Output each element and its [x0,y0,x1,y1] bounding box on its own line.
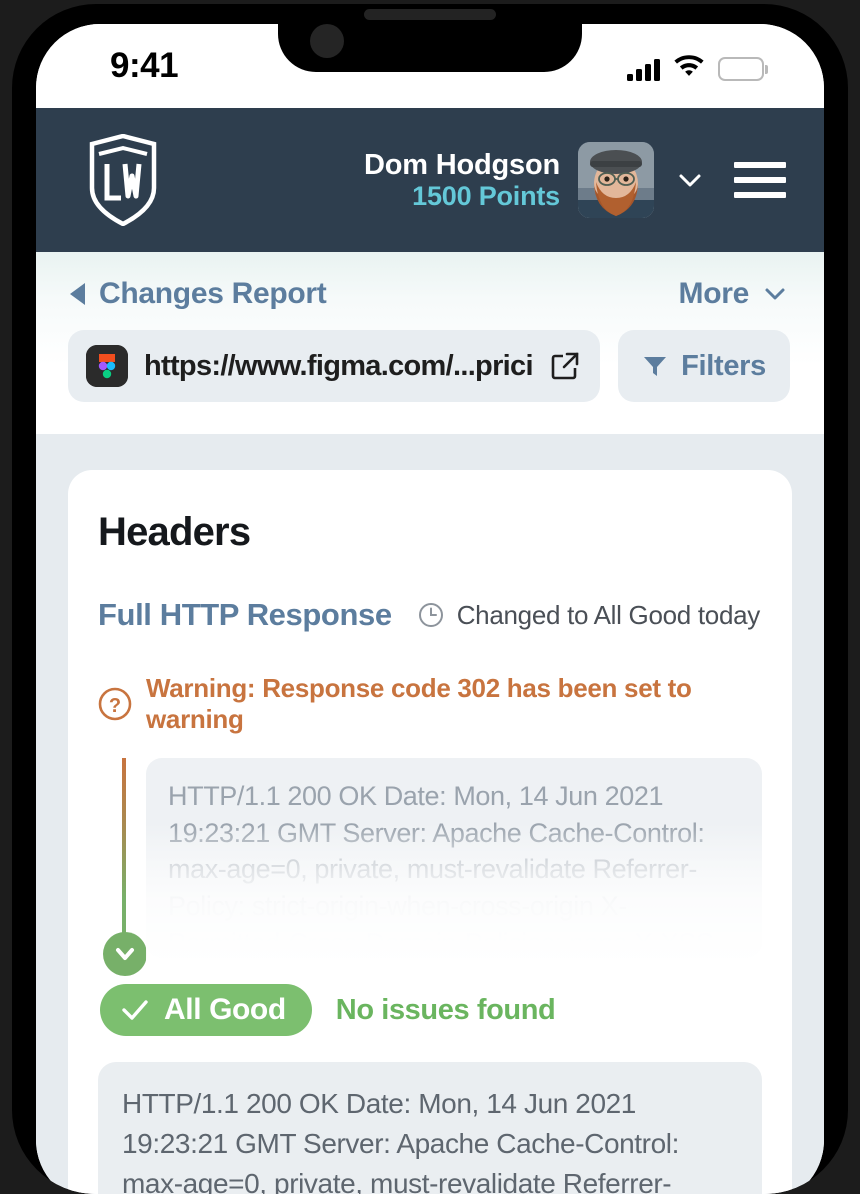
user-info[interactable]: Dom Hodgson 1500 Points [364,149,560,212]
status-badge-label: All Good [164,993,286,1026]
svg-text:?: ? [109,695,121,717]
phone-notch [278,4,582,72]
more-button[interactable]: More [679,277,790,311]
breadcrumb: Changes Report More [66,252,794,318]
more-label: More [678,277,750,310]
status-bar-icons [626,51,768,81]
subtitle-row: Full HTTP Response Changed to All Good t… [98,597,762,633]
chevron-down-icon [765,288,785,300]
header-right-cluster: Dom Hodgson 1500 Points [364,142,792,218]
check-icon [120,995,150,1025]
timeline-section: HTTP/1.1 200 OK Date: Mon, 14 Jun 2021 1… [98,758,762,976]
warning-row: ? Warning: Response code 302 has been se… [98,673,762,735]
warning-text: Warning: Response code 302 has been set … [146,673,692,734]
chevron-down-icon[interactable] [672,162,708,198]
phone-screen: 9:41 Dom Hodgson 1500 Points Changes Rep… [36,24,824,1194]
page-title: Headers [98,510,251,554]
battery-icon [717,57,768,81]
app-body: Headers Full HTTP Response Changed to Al… [36,434,824,1194]
back-arrow-icon[interactable] [70,283,85,305]
timeline-gradient-line [122,758,126,938]
change-status-text: Changed to All Good today [456,599,761,630]
section-subtitle[interactable]: Full HTTP Response [98,597,392,633]
url-row: https://www.figma.com/...pricing Filters [66,318,794,402]
wifi-icon [672,51,706,81]
cellular-signal-icon [626,59,660,81]
clock-icon [418,602,444,628]
filter-funnel-icon [642,353,668,379]
figma-icon [86,345,128,387]
status-badge[interactable]: All Good [100,984,312,1036]
current-response-code-block[interactable]: HTTP/1.1 200 OK Date: Mon, 14 Jun 2021 1… [98,1062,762,1194]
avatar[interactable] [578,142,654,218]
user-name: Dom Hodgson [364,148,560,181]
front-camera-icon [310,24,344,58]
speaker-grille [364,9,496,20]
external-link-icon[interactable] [550,351,580,381]
phone-frame: 9:41 Dom Hodgson 1500 Points Changes Rep… [12,4,848,1194]
all-good-row: All Good No issues found [98,984,762,1036]
user-points: 1500 Points [412,181,560,212]
filters-label: Filters [681,349,766,382]
chevron-down-circle-icon[interactable] [103,932,147,976]
breadcrumb-title[interactable]: Changes Report [99,277,327,311]
change-status: Changed to All Good today [418,600,762,631]
url-text: https://www.figma.com/...pricing [144,349,535,382]
hamburger-menu-icon[interactable] [734,162,786,198]
question-circle-icon: ? [98,687,132,721]
filters-button[interactable]: Filters [618,330,790,402]
lw-shield-logo-icon[interactable] [88,133,158,227]
sub-nav: Changes Report More https://www.figma.co… [36,252,824,434]
previous-response-code-block[interactable]: HTTP/1.1 200 OK Date: Mon, 14 Jun 2021 1… [146,758,762,958]
app-header: Dom Hodgson 1500 Points [36,108,824,252]
status-bar-time: 9:41 [110,46,179,85]
previous-response-text: HTTP/1.1 200 OK Date: Mon, 14 Jun 2021 1… [168,781,723,958]
current-response-text: HTTP/1.1 200 OK Date: Mon, 14 Jun 2021 1… [122,1088,679,1194]
no-issues-text: No issues found [335,993,556,1026]
url-field[interactable]: https://www.figma.com/...pricing [68,330,601,402]
headers-card: Headers Full HTTP Response Changed to Al… [68,470,792,1194]
